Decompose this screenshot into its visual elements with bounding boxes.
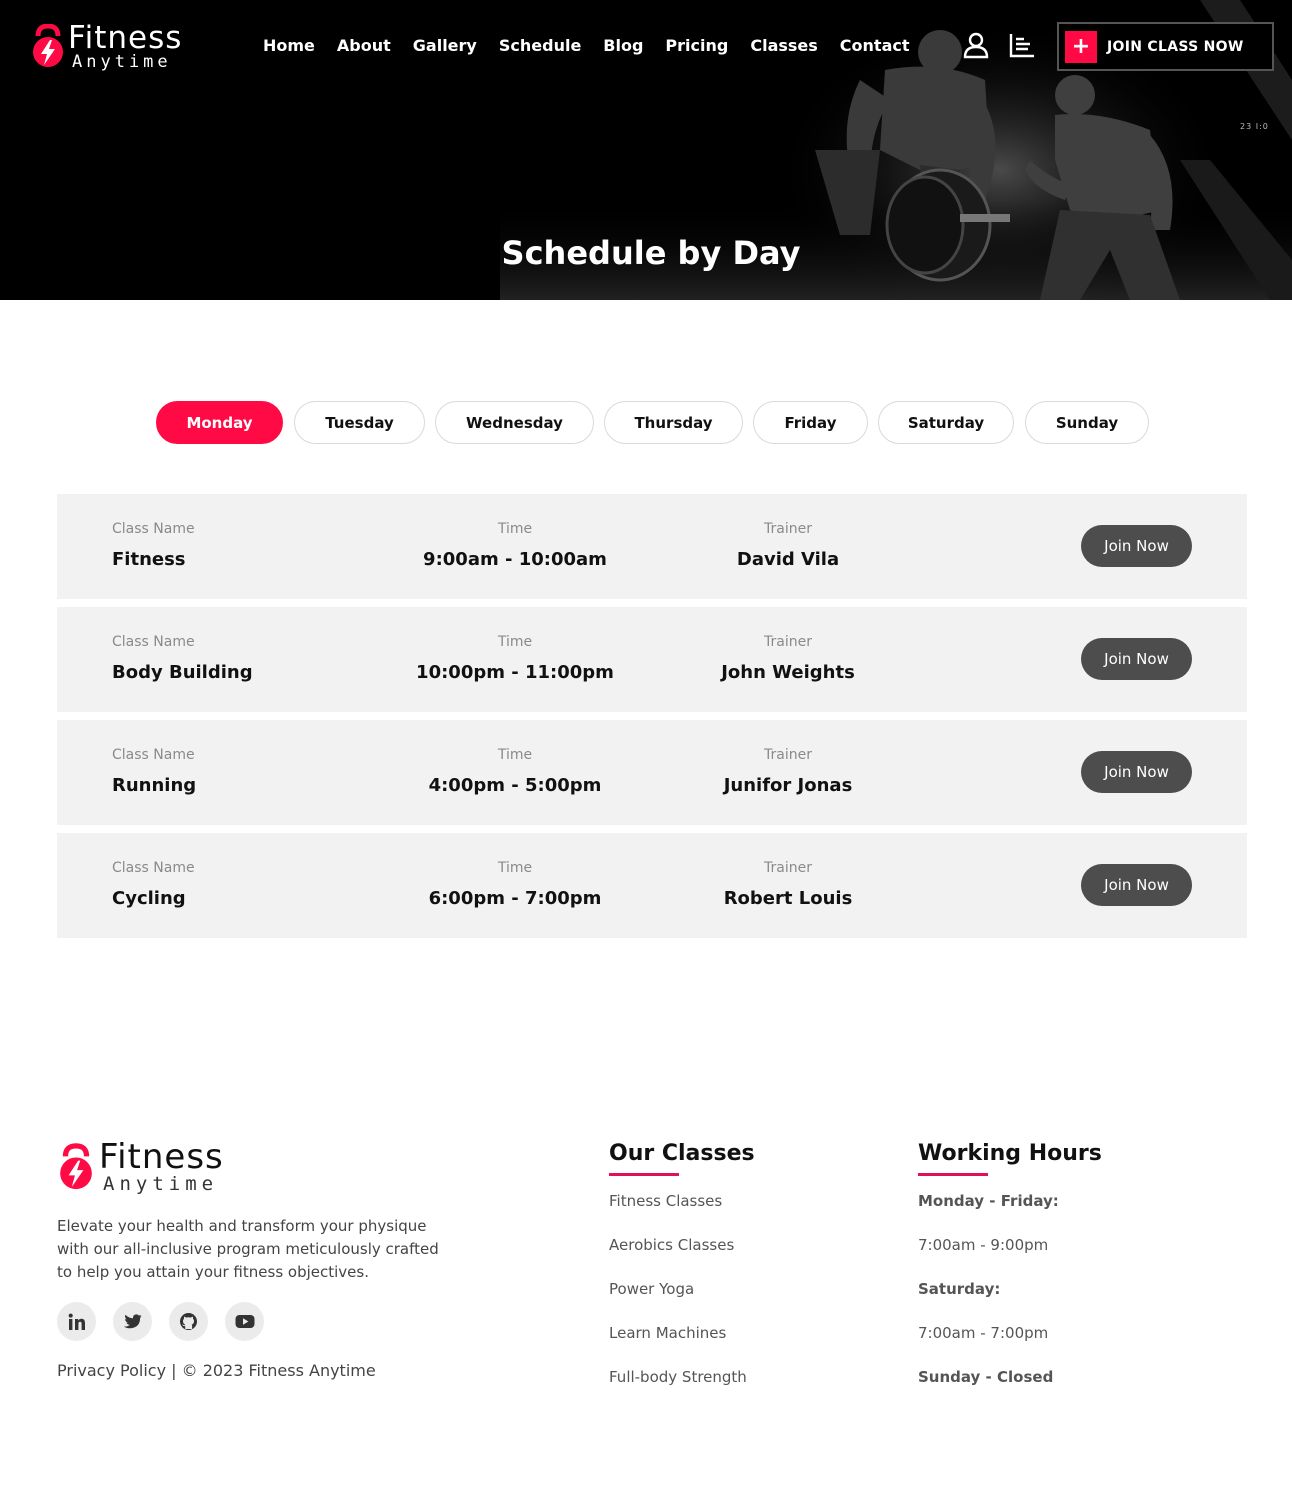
tab-tuesday[interactable]: Tuesday bbox=[294, 401, 425, 444]
join-now-button[interactable]: Join Now bbox=[1081, 751, 1192, 793]
footer-logo-sub: Anytime bbox=[103, 1173, 219, 1195]
tab-sunday[interactable]: Sunday bbox=[1025, 401, 1149, 444]
nav-gallery[interactable]: Gallery bbox=[413, 36, 477, 56]
twitter-icon[interactable] bbox=[113, 1302, 152, 1341]
working-hours-title: Working Hours bbox=[918, 1141, 1102, 1166]
tab-monday[interactable]: Monday bbox=[156, 401, 283, 444]
time-value: 6:00pm - 7:00pm bbox=[428, 888, 602, 909]
join-now-button[interactable]: Join Now bbox=[1081, 525, 1192, 567]
hours-saturday-value: 7:00am - 7:00pm bbox=[918, 1324, 1049, 1342]
kettlebell-logo-icon bbox=[60, 1143, 92, 1190]
heading-underline bbox=[918, 1173, 988, 1176]
join-class-label: JOIN CLASS NOW bbox=[1107, 38, 1244, 55]
hours-sunday: Sunday - Closed bbox=[918, 1368, 1054, 1386]
time-label: Time bbox=[497, 860, 533, 876]
logo-brand-text: Fitness bbox=[68, 20, 183, 56]
class-name-value: Body Building bbox=[112, 662, 253, 683]
hours-saturday-label: Saturday: bbox=[918, 1280, 1001, 1298]
footer-class-link[interactable]: Fitness Classes bbox=[609, 1192, 722, 1210]
schedule-row: Class Name Running Time 4:00pm - 5:00pm … bbox=[57, 720, 1247, 825]
class-name-label: Class Name bbox=[112, 860, 195, 876]
nav-about[interactable]: About bbox=[337, 36, 391, 56]
day-tabs: Monday Tuesday Wednesday Thursday Friday… bbox=[0, 401, 1292, 445]
linkedin-icon[interactable] bbox=[57, 1302, 96, 1341]
class-name-label: Class Name bbox=[112, 634, 195, 650]
nav-schedule[interactable]: Schedule bbox=[499, 36, 581, 56]
trainer-label: Trainer bbox=[764, 860, 812, 876]
trainer-value: David Vila bbox=[736, 549, 840, 570]
join-now-button[interactable]: Join Now bbox=[1081, 638, 1192, 680]
trainer-value: Robert Louis bbox=[723, 888, 853, 909]
social-links bbox=[57, 1302, 281, 1341]
page-title: Schedule by Day bbox=[501, 234, 801, 272]
hours-weekday-label: Monday - Friday: bbox=[918, 1192, 1059, 1210]
footer-class-link[interactable]: Power Yoga bbox=[609, 1280, 694, 1298]
our-classes-heading: Our Classes bbox=[609, 1141, 755, 1176]
nav-classes[interactable]: Classes bbox=[750, 36, 817, 56]
tab-wednesday[interactable]: Wednesday bbox=[435, 401, 594, 444]
nav-blog[interactable]: Blog bbox=[603, 36, 643, 56]
time-label: Time bbox=[497, 521, 533, 537]
logo-sub-text: Anytime bbox=[72, 52, 172, 72]
footer-class-link[interactable]: Full-body Strength bbox=[609, 1368, 747, 1386]
main-nav: Home About Gallery Schedule Blog Pricing… bbox=[263, 36, 932, 56]
class-name-value: Running bbox=[112, 775, 197, 796]
footer-description: Elevate your health and transform your p… bbox=[57, 1217, 439, 1281]
youtube-icon[interactable] bbox=[225, 1302, 264, 1341]
class-name-label: Class Name bbox=[112, 521, 195, 537]
footer-class-link[interactable]: Learn Machines bbox=[609, 1324, 726, 1342]
time-value: 9:00am - 10:00am bbox=[423, 549, 607, 570]
nav-contact[interactable]: Contact bbox=[840, 36, 910, 56]
time-label: Time bbox=[497, 747, 533, 763]
class-name-value: Cycling bbox=[112, 888, 186, 909]
github-icon[interactable] bbox=[169, 1302, 208, 1341]
class-name-value: Fitness bbox=[112, 549, 186, 570]
time-value: 4:00pm - 5:00pm bbox=[428, 775, 602, 796]
kettlebell-logo-icon bbox=[33, 24, 63, 67]
header-logo[interactable]: Fitness Anytime bbox=[30, 20, 200, 74]
heading-underline bbox=[609, 1173, 679, 1176]
schedule-row: Class Name Cycling Time 6:00pm - 7:00pm … bbox=[57, 833, 1247, 938]
our-classes-title: Our Classes bbox=[609, 1141, 755, 1166]
footer-logo-brand: Fitness bbox=[99, 1137, 224, 1177]
video-overlay-tag: 23 I:0 bbox=[1240, 122, 1269, 131]
user-icon[interactable] bbox=[962, 31, 990, 59]
class-name-label: Class Name bbox=[112, 747, 195, 763]
nav-home[interactable]: Home bbox=[263, 36, 315, 56]
schedule-row: Class Name Fitness Time 9:00am - 10:00am… bbox=[57, 494, 1247, 599]
join-class-now-button[interactable]: + JOIN CLASS NOW bbox=[1057, 22, 1274, 71]
tab-friday[interactable]: Friday bbox=[753, 401, 868, 444]
trainer-label: Trainer bbox=[764, 521, 812, 537]
hero-banner: Fitness Anytime Home About Gallery Sched… bbox=[0, 0, 1292, 300]
time-value: 10:00pm - 11:00pm bbox=[416, 662, 614, 683]
plus-icon: + bbox=[1065, 30, 1097, 63]
time-label: Time bbox=[497, 634, 533, 650]
tab-thursday[interactable]: Thursday bbox=[604, 401, 743, 444]
nav-pricing[interactable]: Pricing bbox=[665, 36, 728, 56]
trainer-value: Junifor Jonas bbox=[723, 775, 853, 796]
footer-class-link[interactable]: Aerobics Classes bbox=[609, 1236, 734, 1254]
menu-icon[interactable] bbox=[1008, 31, 1036, 59]
tab-saturday[interactable]: Saturday bbox=[878, 401, 1014, 444]
trainer-label: Trainer bbox=[764, 747, 812, 763]
footer-logo[interactable]: Fitness Anytime bbox=[57, 1137, 247, 1198]
schedule-row: Class Name Body Building Time 10:00pm - … bbox=[57, 607, 1247, 712]
trainer-value: John Weights bbox=[721, 662, 855, 683]
hours-weekday-value: 7:00am - 9:00pm bbox=[918, 1236, 1049, 1254]
trainer-label: Trainer bbox=[764, 634, 812, 650]
working-hours-heading: Working Hours bbox=[918, 1141, 1102, 1176]
join-now-button[interactable]: Join Now bbox=[1081, 864, 1192, 906]
footer-copyright: Privacy Policy | © 2023 Fitness Anytime bbox=[57, 1361, 376, 1380]
